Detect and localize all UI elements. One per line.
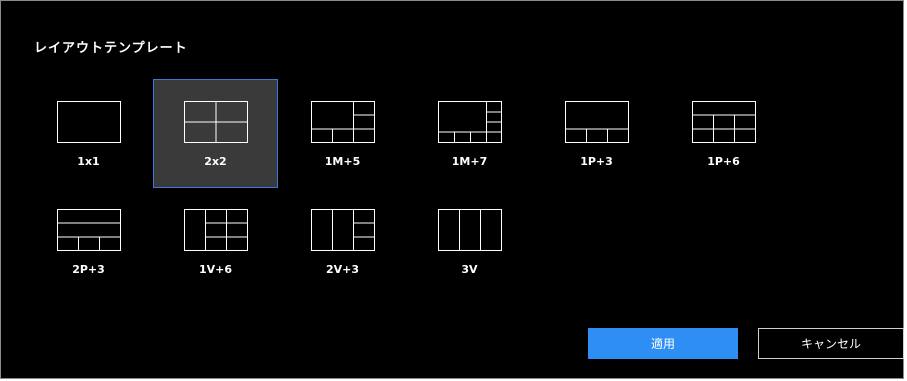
- layout-3v-icon: [438, 209, 502, 251]
- template-2x2[interactable]: 2x2: [153, 79, 278, 188]
- cancel-button[interactable]: キャンセル: [758, 328, 904, 359]
- template-1m-5[interactable]: 1M+5: [280, 79, 405, 188]
- template-label: 1P+6: [707, 155, 740, 168]
- template-3v[interactable]: 3V: [407, 187, 532, 296]
- apply-button[interactable]: 適用: [588, 328, 738, 359]
- template-label: 1P+3: [580, 155, 613, 168]
- layout-1m-5-icon: [311, 101, 375, 143]
- layout-1x1-icon: [57, 101, 121, 143]
- template-2v-3[interactable]: 2V+3: [280, 187, 405, 296]
- layout-2x2-icon: [184, 101, 248, 143]
- dialog-title: レイアウトテンプレート: [34, 41, 188, 56]
- template-1v-6[interactable]: 1V+6: [153, 187, 278, 296]
- template-1x1[interactable]: 1x1: [26, 79, 151, 188]
- template-1p-3[interactable]: 1P+3: [534, 79, 659, 188]
- template-2p-3[interactable]: 2P+3: [26, 187, 151, 296]
- layout-1p-3-icon: [565, 101, 629, 143]
- layout-2p-3-icon: [57, 209, 121, 251]
- template-1m-7[interactable]: 1M+7: [407, 79, 532, 188]
- template-label: 3V: [461, 263, 478, 276]
- template-label: 2P+3: [72, 263, 105, 276]
- template-1p-6[interactable]: 1P+6: [661, 79, 786, 188]
- layout-template-dialog: レイアウトテンプレート 1x1 2x2 1M+5 1M+7 1P+3 1P+6 …: [0, 0, 904, 379]
- template-label: 1M+7: [451, 155, 488, 168]
- template-label: 2V+3: [325, 263, 360, 276]
- layout-1p-6-icon: [692, 101, 756, 143]
- layout-1m-7-icon: [438, 101, 502, 143]
- template-label: 1M+5: [324, 155, 361, 168]
- template-label: 1x1: [77, 155, 100, 168]
- layout-2v-3-icon: [311, 209, 375, 251]
- layout-1v-6-icon: [184, 209, 248, 251]
- template-label: 2x2: [204, 155, 227, 168]
- template-label: 1V+6: [198, 263, 233, 276]
